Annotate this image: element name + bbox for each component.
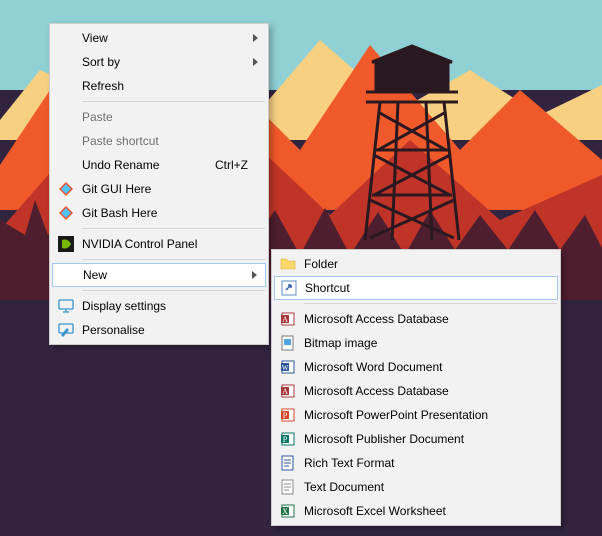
menu-label: Microsoft Word Document: [304, 360, 443, 374]
desktop-context-menu: View Sort by Refresh Paste Paste shortcu…: [49, 23, 269, 345]
submenu-arrow-icon: [253, 58, 258, 66]
folder-icon: [280, 256, 296, 272]
menu-label: Microsoft Access Database: [304, 384, 449, 398]
submenu-item-rtf[interactable]: Rich Text Format: [274, 451, 558, 475]
svg-text:P: P: [283, 411, 288, 420]
menu-label: Display settings: [82, 299, 166, 313]
submenu-item-access[interactable]: A Microsoft Access Database: [274, 379, 558, 403]
menu-separator: [304, 303, 557, 304]
menu-label: Microsoft Access Database: [304, 312, 449, 326]
menu-item-view[interactable]: View: [52, 26, 266, 50]
menu-item-paste-shortcut: Paste shortcut: [52, 129, 266, 153]
submenu-arrow-icon: [253, 34, 258, 42]
git-icon: [58, 181, 74, 197]
menu-label: View: [82, 31, 108, 45]
submenu-item-bitmap[interactable]: Bitmap image: [274, 331, 558, 355]
menu-label: NVIDIA Control Panel: [82, 237, 197, 251]
text-icon: [280, 479, 296, 495]
menu-item-git-bash[interactable]: Git Bash Here: [52, 201, 266, 225]
menu-label: Undo Rename: [82, 158, 159, 172]
menu-label: Bitmap image: [304, 336, 377, 350]
access-icon: A: [280, 383, 296, 399]
publisher-icon: P: [280, 431, 296, 447]
svg-text:A: A: [282, 387, 288, 396]
menu-label: Refresh: [82, 79, 124, 93]
personalise-icon: [58, 322, 74, 338]
menu-label: Microsoft PowerPoint Presentation: [304, 408, 488, 422]
menu-label: Personalise: [82, 323, 145, 337]
word-icon: W: [280, 359, 296, 375]
svg-text:A: A: [282, 315, 288, 324]
submenu-item-word[interactable]: W Microsoft Word Document: [274, 355, 558, 379]
rtf-icon: [280, 455, 296, 471]
access-icon: A: [280, 311, 296, 327]
menu-label: Git GUI Here: [82, 182, 151, 196]
submenu-item-text[interactable]: Text Document: [274, 475, 558, 499]
shortcut-icon: [281, 280, 297, 296]
menu-item-display-settings[interactable]: Display settings: [52, 294, 266, 318]
menu-shortcut: Ctrl+Z: [215, 158, 248, 172]
menu-item-paste: Paste: [52, 105, 266, 129]
menu-label: Paste: [82, 110, 113, 124]
menu-item-git-gui[interactable]: Git GUI Here: [52, 177, 266, 201]
menu-item-refresh[interactable]: Refresh: [52, 74, 266, 98]
menu-item-personalise[interactable]: Personalise: [52, 318, 266, 342]
svg-text:X: X: [282, 507, 288, 516]
menu-label: Shortcut: [305, 281, 350, 295]
excel-icon: X: [280, 503, 296, 519]
menu-item-undo-rename[interactable]: Undo Rename Ctrl+Z: [52, 153, 266, 177]
nvidia-icon: [58, 236, 74, 252]
menu-item-nvidia[interactable]: NVIDIA Control Panel: [52, 232, 266, 256]
menu-label: Git Bash Here: [82, 206, 157, 220]
submenu-item-access[interactable]: A Microsoft Access Database: [274, 307, 558, 331]
submenu-item-folder[interactable]: Folder: [274, 252, 558, 276]
bitmap-icon: [280, 335, 296, 351]
svg-text:P: P: [283, 435, 288, 444]
submenu-item-excel[interactable]: X Microsoft Excel Worksheet: [274, 499, 558, 523]
submenu-arrow-icon: [252, 271, 257, 279]
svg-text:W: W: [282, 364, 289, 372]
menu-separator: [82, 259, 265, 260]
menu-separator: [82, 228, 265, 229]
submenu-item-publisher[interactable]: P Microsoft Publisher Document: [274, 427, 558, 451]
git-icon: [58, 205, 74, 221]
menu-label: Microsoft Excel Worksheet: [304, 504, 446, 518]
menu-label: Sort by: [82, 55, 120, 69]
menu-label: Folder: [304, 257, 338, 271]
menu-label: Paste shortcut: [82, 134, 159, 148]
menu-separator: [82, 290, 265, 291]
menu-item-new[interactable]: New: [52, 263, 266, 287]
submenu-item-shortcut[interactable]: Shortcut: [274, 276, 558, 300]
menu-label: Rich Text Format: [304, 456, 394, 470]
menu-label: New: [83, 268, 107, 282]
menu-item-sort-by[interactable]: Sort by: [52, 50, 266, 74]
powerpoint-icon: P: [280, 407, 296, 423]
submenu-item-powerpoint[interactable]: P Microsoft PowerPoint Presentation: [274, 403, 558, 427]
menu-separator: [82, 101, 265, 102]
menu-label: Text Document: [304, 480, 384, 494]
new-submenu: Folder Shortcut A Microsoft Access Datab…: [271, 249, 561, 526]
display-settings-icon: [58, 298, 74, 314]
menu-label: Microsoft Publisher Document: [304, 432, 464, 446]
